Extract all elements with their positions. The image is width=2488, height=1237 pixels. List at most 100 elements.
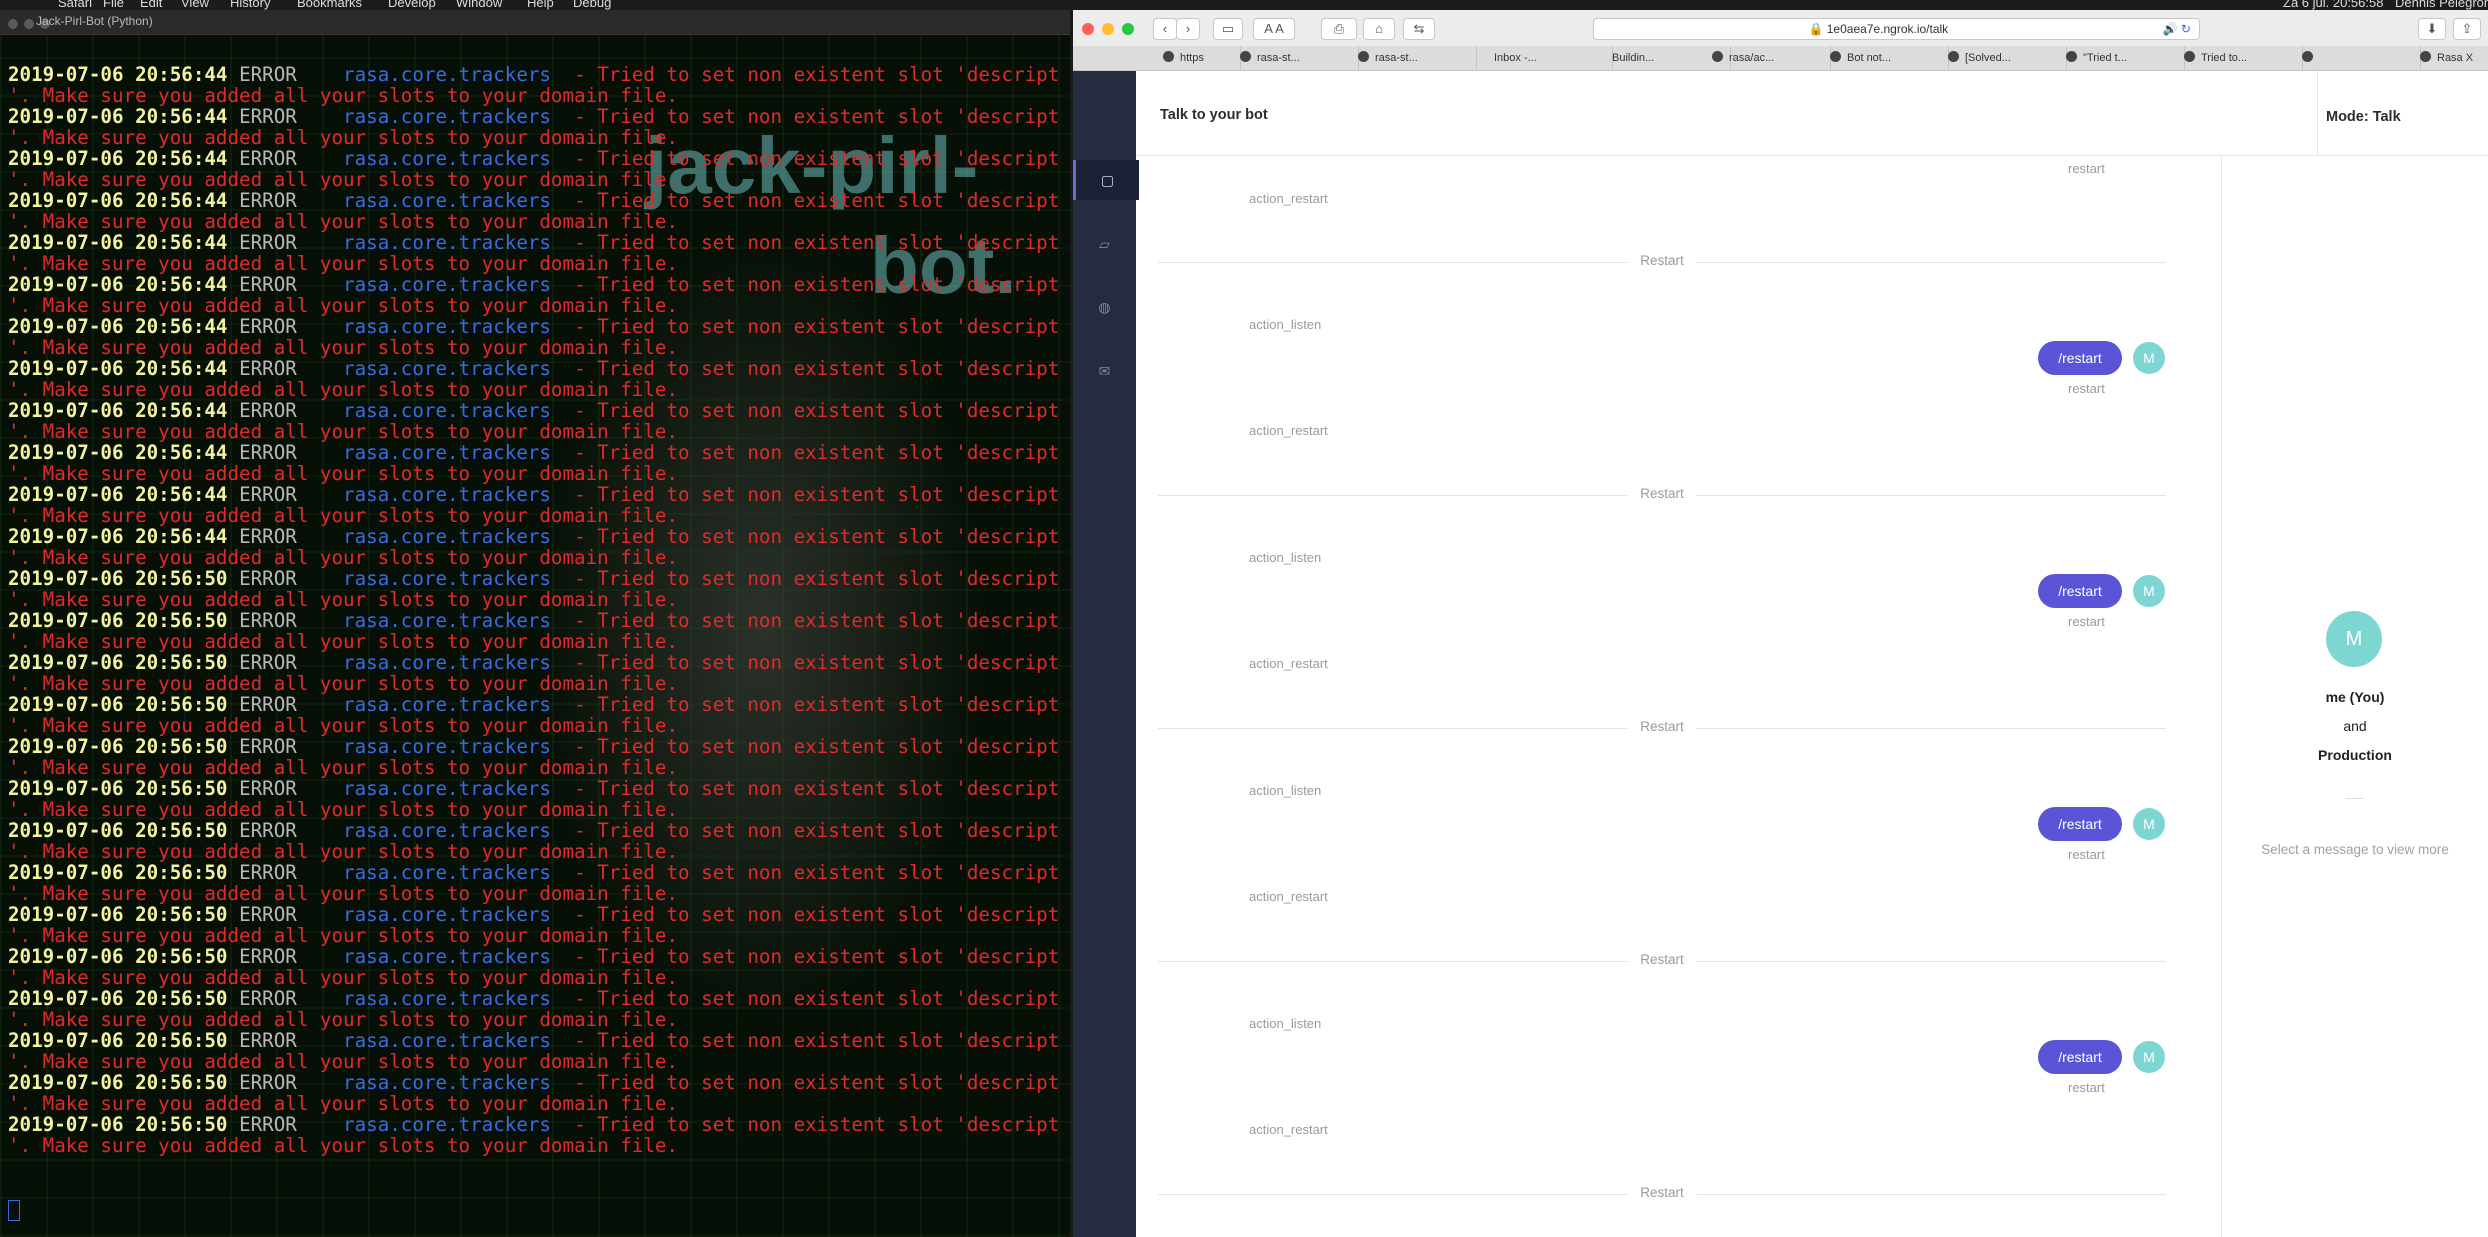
avatar[interactable]: M xyxy=(2133,808,2165,840)
log-message: - Tried to set non existent slot 'descri… xyxy=(574,862,1060,883)
menu-history[interactable]: History xyxy=(230,0,270,10)
log-timestamp: 2019-07-06 20:56:44 xyxy=(8,442,228,463)
zoom-icon[interactable] xyxy=(1122,23,1134,35)
user-message-bubble[interactable]: /restart xyxy=(2038,807,2122,841)
terminal-log[interactable]: 2019-07-06 20:56:44 ERROR rasa.core.trac… xyxy=(8,64,1060,1156)
bot-message[interactable]: action_listen xyxy=(1249,550,1321,565)
tab-untitled[interactable] xyxy=(2292,46,2421,70)
home-button[interactable]: ⌂ xyxy=(1363,18,1395,40)
inbox-nav-icon[interactable]: ✉ xyxy=(1073,351,1136,391)
log-line-continuation: '. Make sure you added all your slots to… xyxy=(8,925,1060,946)
log-line: 2019-07-06 20:56:44 ERROR rasa.core.trac… xyxy=(8,316,1060,337)
menu-develop[interactable]: Develop xyxy=(388,0,436,10)
log-line-continuation: '. Make sure you added all your slots to… xyxy=(8,1051,1060,1072)
user-message-label[interactable]: restart xyxy=(2068,1080,2105,1095)
tab-tried-t[interactable]: "Tried t... xyxy=(2056,46,2185,70)
audio-reload-icons[interactable]: 🔊 ↻ xyxy=(2163,19,2191,39)
bot-message[interactable]: action_restart xyxy=(1249,656,1328,671)
tab-rasa-st-1[interactable]: rasa-st... xyxy=(1230,46,1359,70)
user-message-bubble[interactable]: /restart xyxy=(2038,1040,2122,1074)
log-timestamp: 2019-07-06 20:56:44 xyxy=(8,106,228,127)
chat-log[interactable]: restart action_restart Restart action_liste… xyxy=(1136,155,2221,1237)
log-line-continuation: '. Make sure you added all your slots to… xyxy=(8,127,1060,148)
tab-https[interactable]: https xyxy=(1153,46,1241,70)
log-line: 2019-07-06 20:56:50 ERROR rasa.core.trac… xyxy=(8,652,1060,673)
tab-rasa-x[interactable]: Rasa X xyxy=(2410,46,2488,70)
log-level: ERROR xyxy=(239,904,297,925)
tab-rasa-ac[interactable]: rasa/ac... xyxy=(1702,46,1831,70)
log-line-continuation: '. Make sure you added all your slots to… xyxy=(8,715,1060,736)
terminal-titlebar[interactable]: Jack-Pirl-Bot (Python) xyxy=(0,10,1070,35)
user-message-label[interactable]: restart xyxy=(2068,161,2105,176)
menu-file[interactable]: File xyxy=(103,0,124,10)
user-message-label[interactable]: restart xyxy=(2068,847,2105,862)
avatar[interactable]: M xyxy=(2133,575,2165,607)
info-divider xyxy=(2346,798,2364,799)
user-message-label[interactable]: restart xyxy=(2068,614,2105,629)
restart-separator[interactable]: Restart xyxy=(1158,253,2166,271)
log-level: ERROR xyxy=(239,1114,297,1135)
bot-message[interactable]: action_listen xyxy=(1249,783,1321,798)
menubar-user[interactable]: Dennis Pelegrom xyxy=(2395,0,2488,10)
tab-solved[interactable]: [Solved... xyxy=(1938,46,2067,70)
restart-separator[interactable]: Restart xyxy=(1158,719,2166,737)
bot-message[interactable]: action_restart xyxy=(1249,423,1328,438)
minimize-icon[interactable] xyxy=(1102,23,1114,35)
menu-debug[interactable]: Debug xyxy=(573,0,611,10)
terminal-cursor xyxy=(8,1200,20,1221)
close-icon[interactable] xyxy=(1082,23,1094,35)
tab-bot-not[interactable]: Bot not... xyxy=(1820,46,1949,70)
tab-tried-to[interactable]: Tried to... xyxy=(2174,46,2303,70)
restart-separator[interactable]: Restart xyxy=(1158,952,2166,970)
downloads-button[interactable]: ⬇ xyxy=(2418,18,2446,40)
restart-separator[interactable]: Restart xyxy=(1158,1185,2166,1203)
menu-edit[interactable]: Edit xyxy=(140,0,162,10)
log-module: rasa.core.trackers xyxy=(343,610,551,631)
conversations-nav-icon[interactable]: ▱ xyxy=(1073,224,1136,264)
menu-bookmarks[interactable]: Bookmarks xyxy=(297,0,362,10)
menu-help[interactable]: Help xyxy=(527,0,554,10)
avatar[interactable]: M xyxy=(2133,342,2165,374)
bot-message[interactable]: action_restart xyxy=(1249,889,1328,904)
page-title: Talk to your bot xyxy=(1160,107,1268,123)
menubar-clock[interactable]: Za 6 jul. 20:56:58 xyxy=(2283,0,2383,10)
bot-message[interactable]: action_listen xyxy=(1249,1016,1321,1031)
sidebar-toggle-button[interactable]: ▭ xyxy=(1213,18,1243,40)
log-timestamp: 2019-07-06 20:56:50 xyxy=(8,946,228,967)
log-continuation: '. Make sure you added all your slots to… xyxy=(8,841,679,862)
back-button[interactable]: ‹ xyxy=(1153,18,1177,40)
log-line-continuation: '. Make sure you added all your slots to… xyxy=(8,673,1060,694)
log-timestamp: 2019-07-06 20:56:44 xyxy=(8,148,228,169)
extension-button[interactable]: ⇆ xyxy=(1403,18,1435,40)
forward-button[interactable]: › xyxy=(1176,18,1200,40)
log-line-continuation: '. Make sure you added all your slots to… xyxy=(8,337,1060,358)
print-button[interactable]: ⎙ xyxy=(1321,18,1357,40)
tab-rasa-st-2[interactable]: rasa-st... xyxy=(1348,46,1477,70)
address-bar[interactable]: 🔒 1e0aea7e.ngrok.io/talk 🔊 ↻ xyxy=(1593,18,2200,40)
share-button[interactable]: ⇪ xyxy=(2453,18,2481,40)
talk-nav-icon[interactable]: ▢ xyxy=(1073,160,1139,200)
menu-window[interactable]: Window xyxy=(456,0,502,10)
training-nav-icon[interactable]: ◍ xyxy=(1073,287,1136,327)
bot-message[interactable]: action_restart xyxy=(1249,191,1328,206)
user-message-bubble[interactable]: /restart xyxy=(2038,341,2122,375)
restart-separator[interactable]: Restart xyxy=(1158,486,2166,504)
log-module: rasa.core.trackers xyxy=(343,442,551,463)
menu-view[interactable]: View xyxy=(181,0,209,10)
avatar[interactable]: M xyxy=(2133,1041,2165,1073)
close-icon[interactable] xyxy=(8,19,18,29)
separator-label: Restart xyxy=(1628,1185,1696,1200)
log-module: rasa.core.trackers xyxy=(343,568,551,589)
text-size-buttons[interactable]: A A xyxy=(1253,18,1295,40)
user-message-label[interactable]: restart xyxy=(2068,381,2105,396)
menu-safari[interactable]: Safari xyxy=(58,0,92,10)
log-level: ERROR xyxy=(239,610,297,631)
log-module: rasa.core.trackers xyxy=(343,946,551,967)
mode-label[interactable]: Mode: Talk xyxy=(2326,109,2401,125)
minimize-icon[interactable] xyxy=(24,19,34,29)
user-message-bubble[interactable]: /restart xyxy=(2038,574,2122,608)
log-line: 2019-07-06 20:56:50 ERROR rasa.core.trac… xyxy=(8,1030,1060,1051)
log-continuation: '. Make sure you added all your slots to… xyxy=(8,1051,679,1072)
bot-message[interactable]: action_listen xyxy=(1249,317,1321,332)
bot-message[interactable]: action_restart xyxy=(1249,1122,1328,1137)
